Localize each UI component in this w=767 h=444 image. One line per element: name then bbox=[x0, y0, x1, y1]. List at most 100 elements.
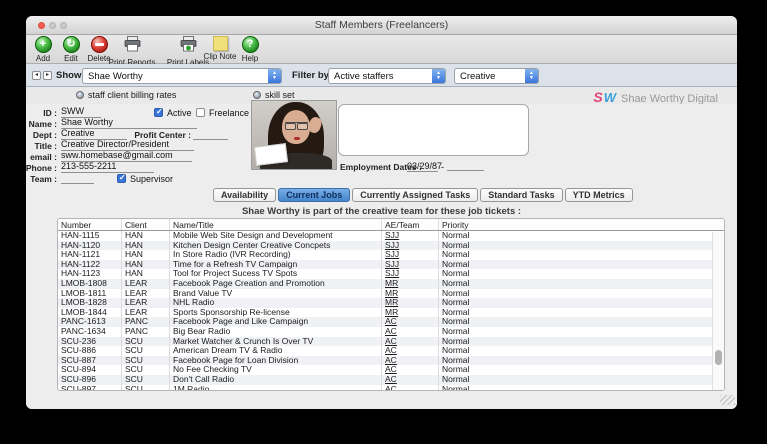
column-header-client[interactable]: Client bbox=[122, 219, 170, 230]
table-cell: SJJ bbox=[382, 259, 439, 270]
help-button[interactable]: ? Help bbox=[232, 36, 268, 63]
freelance-label: Freelance bbox=[209, 108, 250, 118]
table-cell: Normal bbox=[442, 355, 470, 365]
table-row[interactable]: PANC-1634 PANC Big Bear Radio AC Normal bbox=[58, 326, 724, 337]
table-cell: SJJ bbox=[382, 269, 439, 279]
brand-logo: S W Shae Worthy Digital bbox=[593, 89, 718, 105]
table-row[interactable]: LMOB-1828 LEAR NHL Radio MR Normal bbox=[58, 298, 724, 308]
table-cell: Mobile Web Site Design and Development bbox=[170, 231, 382, 241]
zoom-button[interactable] bbox=[60, 22, 67, 29]
table-row[interactable]: HAN-1123 HAN Tool for Project Sucess TV Sp… bbox=[58, 269, 724, 279]
ae-team-link[interactable]: SJJ bbox=[385, 260, 399, 269]
ae-team-link[interactable]: AC bbox=[385, 365, 397, 374]
table-cell: AC bbox=[382, 336, 439, 347]
employment-end-field[interactable] bbox=[447, 161, 484, 171]
vertical-scrollbar[interactable] bbox=[712, 232, 724, 390]
close-button[interactable] bbox=[38, 22, 45, 29]
table-cell: AC bbox=[382, 384, 439, 391]
table-cell: SCU-886 bbox=[58, 346, 122, 356]
table-cell: In Store Radio (IVR Recording) bbox=[170, 250, 382, 260]
ae-team-link[interactable]: SJJ bbox=[385, 269, 399, 278]
table-cell: PANC-1613 bbox=[58, 317, 122, 327]
dept-filter-dropdown[interactable]: Creative ▲ ▼ bbox=[454, 67, 539, 84]
tab-standard-tasks[interactable]: Standard Tasks bbox=[480, 188, 563, 202]
table-row[interactable]: SCU-894 SCU No Fee Checking TV AC Normal bbox=[58, 365, 724, 375]
column-header-priority[interactable]: Priority bbox=[439, 219, 724, 230]
print-reports-button[interactable]: Print Reports bbox=[104, 36, 160, 67]
ae-team-link[interactable]: AC bbox=[385, 375, 397, 384]
app-window: Staff Members (Freelancers) + Add ↻ Edit… bbox=[26, 16, 737, 409]
tab-current-jobs[interactable]: Current Jobs bbox=[278, 188, 351, 202]
ae-team-link[interactable]: SJJ bbox=[385, 231, 399, 240]
table-row[interactable]: PANC-1613 PANC Facebook Page and Like Camp… bbox=[58, 317, 724, 327]
ae-team-link[interactable]: MR bbox=[385, 289, 398, 298]
ae-team-link[interactable]: AC bbox=[385, 337, 397, 346]
supervisor-checkbox[interactable] bbox=[117, 173, 126, 183]
table-row[interactable]: LMOB-1811 LEAR Brand Value TV MR Normal bbox=[58, 288, 724, 299]
skill-set-link[interactable]: skill set bbox=[253, 90, 295, 100]
table-row[interactable]: SCU-897 SCU 1M Radio AC Normal bbox=[58, 384, 724, 391]
table-cell: HAN bbox=[122, 231, 170, 241]
table-cell: Normal bbox=[442, 326, 470, 336]
table-cell: HAN-1121 bbox=[58, 250, 122, 260]
show-dropdown[interactable]: Shae Worthy ▲ ▼ bbox=[82, 67, 282, 84]
column-header-number[interactable]: Number bbox=[58, 219, 122, 230]
tab-availability[interactable]: Availability bbox=[213, 188, 277, 202]
resize-grip-icon[interactable] bbox=[720, 395, 735, 405]
team-field[interactable] bbox=[61, 172, 94, 184]
staff-filter-dropdown[interactable]: Active staffers ▲ ▼ bbox=[328, 67, 446, 84]
photo-lips bbox=[294, 137, 300, 140]
freelance-checkbox[interactable] bbox=[196, 108, 205, 117]
ae-team-link[interactable]: SJJ bbox=[385, 250, 399, 259]
table-cell: MR bbox=[382, 288, 439, 299]
table-row[interactable]: HAN-1122 HAN Time for a Refresh TV Campaig… bbox=[58, 259, 724, 270]
table-row[interactable]: HAN-1115 HAN Mobile Web Site Design and De… bbox=[58, 231, 724, 241]
table-row[interactable]: HAN-1121 HAN In Store Radio (IVR Recording… bbox=[58, 250, 724, 260]
ae-team-link[interactable]: MR bbox=[385, 279, 398, 288]
ae-team-link[interactable]: AC bbox=[385, 385, 397, 391]
tab-currently-assigned-tasks[interactable]: Currently Assigned Tasks bbox=[352, 188, 479, 202]
table-cell: LMOB-1811 bbox=[58, 288, 122, 299]
ae-team-link[interactable]: MR bbox=[385, 308, 398, 317]
filter-bar: ◂ ▸ Show : Shae Worthy ▲ ▼ Filter by : Ac… bbox=[26, 64, 737, 87]
column-header-name-title[interactable]: Name/Title bbox=[170, 219, 382, 230]
table-row[interactable]: LMOB-1808 LEAR Facebook Page Creation and … bbox=[58, 278, 724, 289]
sticky-note-icon bbox=[212, 36, 228, 51]
ae-team-link[interactable]: SJJ bbox=[385, 241, 399, 250]
staff-photo bbox=[251, 100, 337, 170]
globe-icon bbox=[76, 91, 84, 99]
table-row[interactable]: LMOB-1844 LEAR Sports Sponsorship Re-licen… bbox=[58, 307, 724, 318]
glasses-icon bbox=[285, 122, 308, 130]
active-checkbox[interactable] bbox=[154, 107, 163, 117]
table-cell: Normal bbox=[442, 288, 470, 298]
next-record-button[interactable]: ▸ bbox=[43, 71, 52, 80]
table-cell: Normal bbox=[442, 278, 470, 288]
table-cell: Facebook Page for Loan Division bbox=[170, 355, 382, 366]
ae-team-link[interactable]: AC bbox=[385, 346, 397, 355]
tab-ytd-metrics[interactable]: YTD Metrics bbox=[564, 188, 633, 202]
table-row[interactable]: SCU-886 SCU American Dream TV & Radio AC Nor… bbox=[58, 346, 724, 356]
scrollbar-thumb[interactable] bbox=[715, 350, 722, 365]
table-cell: LEAR bbox=[122, 278, 170, 289]
table-cell: Normal bbox=[442, 336, 470, 346]
table-row[interactable]: SCU-236 SCU Market Watcher & Crunch Is Ove… bbox=[58, 336, 724, 347]
table-row[interactable]: HAN-1120 HAN Kitchen Design Center Creativ… bbox=[58, 240, 724, 251]
notes-field[interactable] bbox=[338, 104, 529, 156]
billing-rates-link[interactable]: staff client billing rates bbox=[76, 90, 176, 100]
ae-team-link[interactable]: AC bbox=[385, 317, 397, 326]
record-body: ID : SWW Active Freelance Name : Shae Wo… bbox=[26, 100, 737, 409]
table-cell: Normal bbox=[442, 231, 470, 240]
prev-record-button[interactable]: ◂ bbox=[32, 71, 41, 80]
employment-start-field[interactable]: 03/29/87 bbox=[407, 161, 442, 172]
ae-team-link[interactable]: AC bbox=[385, 327, 397, 336]
table-row[interactable]: SCU-896 SCU Don't Call Radio AC Normal bbox=[58, 374, 724, 385]
table-row[interactable]: SCU-887 SCU Facebook Page for Loan Divisio… bbox=[58, 355, 724, 366]
minimize-button[interactable] bbox=[49, 22, 56, 29]
table-cell: SJJ bbox=[382, 240, 439, 251]
profit-center-field[interactable] bbox=[193, 128, 228, 140]
ae-team-link[interactable]: MR bbox=[385, 298, 398, 307]
dropdown-stepper-icon: ▲ ▼ bbox=[268, 68, 281, 83]
ae-team-link[interactable]: AC bbox=[385, 356, 397, 365]
table-cell: MR bbox=[382, 307, 439, 318]
column-header-ae-team[interactable]: AE/Team bbox=[382, 219, 439, 230]
